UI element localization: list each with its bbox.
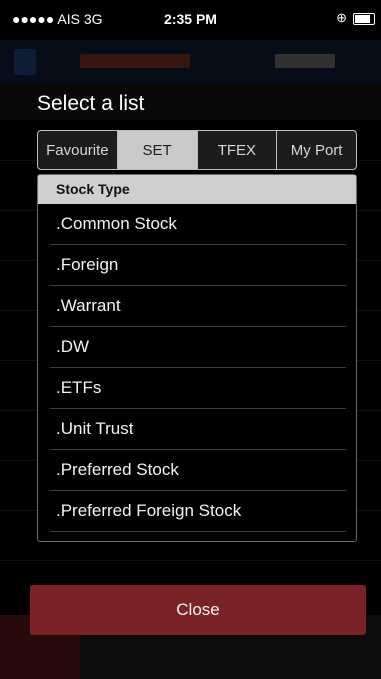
- status-bar: ●●●●● AIS 3G 2:35 PM ⊕: [0, 0, 381, 40]
- list-item-common-stock[interactable]: .Common Stock: [38, 204, 356, 245]
- background-header: [0, 40, 381, 84]
- dialog-title: Select a list: [37, 92, 145, 115]
- app-logo-icon: [14, 49, 36, 75]
- orientation-lock-icon: ⊕: [336, 10, 347, 25]
- list-item-warrant[interactable]: .Warrant: [38, 286, 356, 327]
- close-button[interactable]: Close: [30, 585, 366, 635]
- background-index: [80, 54, 190, 68]
- background-value: [275, 54, 335, 68]
- tab-favourite[interactable]: Favourite: [38, 131, 118, 169]
- list-item-dw[interactable]: .DW: [38, 327, 356, 368]
- tab-my-port[interactable]: My Port: [277, 131, 356, 169]
- list-item-etfs[interactable]: .ETFs: [38, 368, 356, 409]
- stock-type-list[interactable]: Stock Type .Common Stock .Foreign .Warra…: [37, 174, 357, 542]
- clock: 2:35 PM: [164, 11, 217, 27]
- list-item-preferred-stock[interactable]: .Preferred Stock: [38, 450, 356, 491]
- list-category-tabs: Favourite SET TFEX My Port: [37, 130, 357, 170]
- list-item-preferred-foreign-stock[interactable]: .Preferred Foreign Stock: [38, 491, 356, 532]
- list-item-unit-trust[interactable]: .Unit Trust: [38, 409, 356, 450]
- tab-tfex[interactable]: TFEX: [198, 131, 278, 169]
- list-item-foreign[interactable]: .Foreign: [38, 245, 356, 286]
- battery-icon: [353, 13, 375, 25]
- section-header: Stock Type: [38, 175, 356, 204]
- background-divider: [0, 560, 381, 561]
- tab-set[interactable]: SET: [117, 131, 198, 169]
